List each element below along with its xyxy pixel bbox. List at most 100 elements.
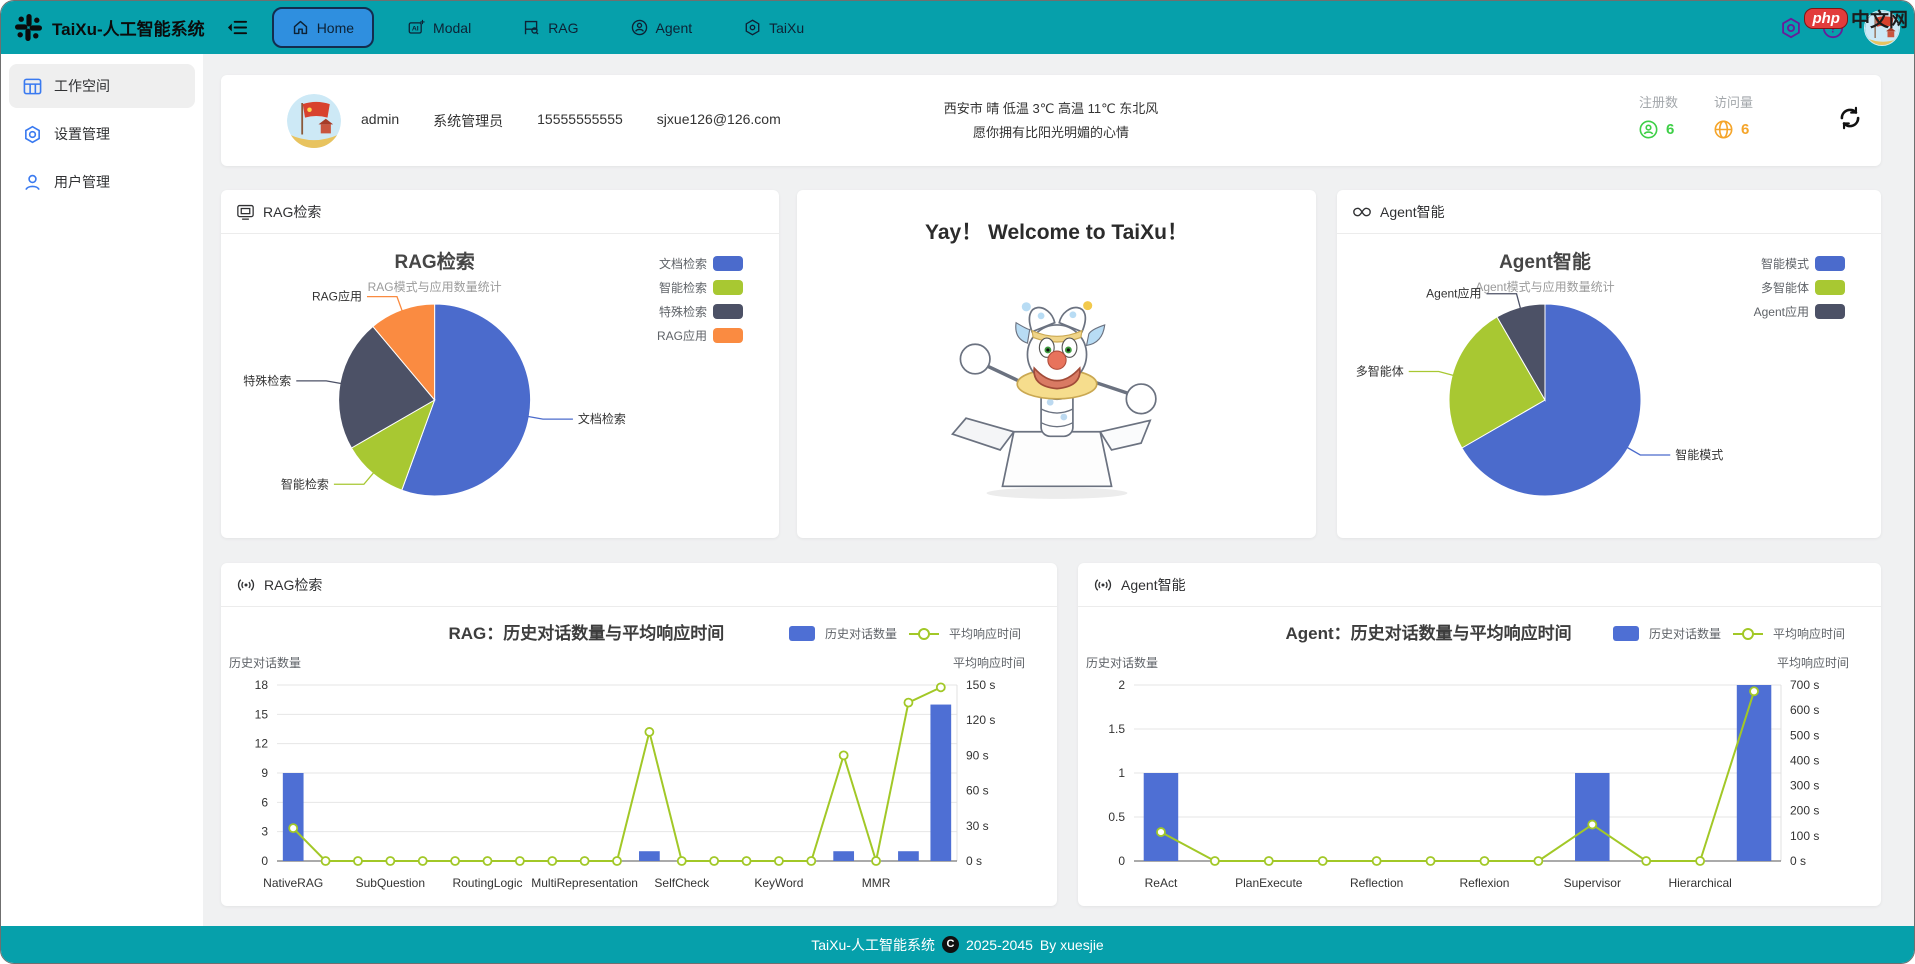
modal-ai-icon: AI <box>408 19 425 36</box>
stat-visits: 访问量 6 <box>1714 92 1753 139</box>
svg-text:0: 0 <box>261 854 268 868</box>
bar-11[interactable] <box>639 851 660 861</box>
chart-legend[interactable]: 平均响应时间历史对话数量 <box>789 626 1021 641</box>
footer-app-name: TaiXu-人工智能系统 <box>811 935 935 955</box>
legend-item-文档检索[interactable]: 文档检索 <box>659 256 743 271</box>
chart-legend[interactable]: 平均响应时间历史对话数量 <box>1613 626 1845 641</box>
agent-pie-card-header: Agent智能 <box>1337 190 1881 234</box>
stat-label: 注册数 <box>1639 92 1678 111</box>
response-time-line <box>1161 691 1754 861</box>
home-icon <box>292 19 309 36</box>
bar-0[interactable] <box>283 773 304 861</box>
bar-11[interactable] <box>1737 685 1772 861</box>
topbar: TaiXu-人工智能系统 Home AI Modal <box>1 1 1914 54</box>
legend-item-多智能体[interactable]: 多智能体 <box>1761 280 1845 295</box>
workspace-grid-icon <box>23 77 42 96</box>
svg-text:1.5: 1.5 <box>1108 722 1125 736</box>
svg-text:200 s: 200 s <box>1790 804 1819 818</box>
rag-history-card: RAG检索 RAG：历史对话数量与平均响应时间平均响应时间历史对话数量历史对话数… <box>221 563 1057 906</box>
nav-item-rag[interactable]: RAG <box>505 9 596 46</box>
registered-user-icon <box>1639 120 1658 139</box>
y-right-name: 平均响应时间 <box>1777 655 1849 670</box>
profile-card: admin 系统管理员 15555555555 sjxue126@126.com… <box>221 75 1881 166</box>
svg-text:智能检索: 智能检索 <box>659 280 707 295</box>
stat-registered: 注册数 6 <box>1639 92 1678 139</box>
app-window: TaiXu-人工智能系统 Home AI Modal <box>0 0 1915 964</box>
legend-item-Agent应用[interactable]: Agent应用 <box>1754 304 1845 319</box>
svg-text:700 s: 700 s <box>1790 678 1819 692</box>
profile-fields: admin 系统管理员 15555555555 sjxue126@126.com <box>361 111 781 131</box>
chart-title: RAG：历史对话数量与平均响应时间 <box>449 623 725 643</box>
rag-pie-chart[interactable]: RAG检索RAG模式与应用数量统计文档检索智能检索特殊检索RAG应用文档检索智能… <box>221 234 755 530</box>
legend-item-RAG应用[interactable]: RAG应用 <box>657 328 743 343</box>
card-title: RAG检索 <box>263 202 321 222</box>
nav-item-modal[interactable]: AI Modal <box>390 9 489 46</box>
welcome-card: Yay！ Welcome to TaiXu！ <box>797 190 1316 538</box>
agent-pie-chart[interactable]: Agent智能Agent模式与应用数量统计智能模式多智能体Agent应用智能模式… <box>1337 234 1857 530</box>
sidebar-item-workspace[interactable]: 工作空间 <box>9 64 195 108</box>
nav-item-agent[interactable]: Agent <box>613 9 711 46</box>
footer-credit: By xuesjie <box>1040 937 1104 953</box>
legend-item-智能检索[interactable]: 智能检索 <box>659 280 743 295</box>
legend-item-智能模式[interactable]: 智能模式 <box>1761 256 1845 271</box>
sidebar-item-settings[interactable]: 设置管理 <box>9 112 195 156</box>
svg-text:18: 18 <box>255 678 269 692</box>
svg-text:120 s: 120 s <box>966 713 995 727</box>
pie-subtitle: RAG模式与应用数量统计 <box>368 279 502 294</box>
svg-text:600 s: 600 s <box>1790 703 1819 717</box>
nav-label: RAG <box>548 20 578 36</box>
nav-item-taixu[interactable]: TaiXu <box>726 9 822 46</box>
pie-subtitle: Agent模式与应用数量统计 <box>1475 279 1614 294</box>
bar-20[interactable] <box>930 705 951 861</box>
pie-label: 智能检索 <box>281 476 329 491</box>
pie-label: 特殊检索 <box>243 373 291 388</box>
pie-label: 多智能体 <box>1356 364 1404 379</box>
sidebar-fold-icon[interactable] <box>227 17 248 38</box>
infinity-icon <box>1353 205 1371 219</box>
bar-8[interactable] <box>1575 773 1610 861</box>
nav-label: Agent <box>656 20 693 36</box>
profile-avatar <box>287 94 341 148</box>
stat-value: 6 <box>1666 121 1674 138</box>
legend-item-特殊检索[interactable]: 特殊检索 <box>659 304 743 319</box>
screen-icon <box>237 203 254 220</box>
watermark-text: 中文网 <box>1851 5 1908 32</box>
x-label: ReAct <box>1145 876 1178 890</box>
bar-17[interactable] <box>833 851 854 861</box>
x-label: SelfCheck <box>654 876 710 890</box>
svg-text:0: 0 <box>1118 854 1125 868</box>
settings-gear-icon <box>23 125 42 144</box>
x-label: KeyWord <box>754 876 803 890</box>
pie-label: Agent应用 <box>1426 286 1481 301</box>
svg-text:平均响应时间: 平均响应时间 <box>949 626 1021 641</box>
pie-label: 智能模式 <box>1675 447 1723 462</box>
settings-icon[interactable] <box>1780 17 1802 39</box>
svg-text:特殊检索: 特殊检索 <box>659 304 707 319</box>
agent-pie-card: Agent智能 Agent智能Agent模式与应用数量统计智能模式多智能体Age… <box>1337 190 1881 538</box>
broadcast-icon <box>237 576 255 594</box>
bar-19[interactable] <box>898 851 919 861</box>
profile-stats: 注册数 6 访问量 6 <box>1639 92 1753 139</box>
php-watermark: php 中文网 <box>1804 5 1908 32</box>
broadcast-icon <box>1094 576 1112 594</box>
sidebar-item-users[interactable]: 用户管理 <box>9 160 195 204</box>
refresh-icon[interactable] <box>1837 105 1863 136</box>
card-title: Agent智能 <box>1121 575 1186 595</box>
svg-text:15: 15 <box>255 707 269 721</box>
user-icon <box>23 173 42 192</box>
nav-item-home[interactable]: Home <box>272 7 374 48</box>
svg-text:12: 12 <box>255 737 269 751</box>
svg-text:0 s: 0 s <box>1790 854 1806 868</box>
rag-flag-icon <box>523 19 540 36</box>
x-label: Reflection <box>1350 876 1403 890</box>
bar-0[interactable] <box>1144 773 1179 861</box>
sidebar-item-label: 设置管理 <box>54 124 110 144</box>
agent-person-icon <box>631 19 648 36</box>
rag-history-chart[interactable]: RAG：历史对话数量与平均响应时间平均响应时间历史对话数量历史对话数量平均响应时… <box>221 607 1033 901</box>
chart-title: Agent：历史对话数量与平均响应时间 <box>1285 623 1571 643</box>
app-logo-icon <box>15 14 42 41</box>
footer: TaiXu-人工智能系统 C 2025-2045 By xuesjie <box>1 926 1914 963</box>
x-label: MMR <box>862 876 891 890</box>
agent-history-chart[interactable]: Agent：历史对话数量与平均响应时间平均响应时间历史对话数量历史对话数量平均响… <box>1078 607 1857 901</box>
svg-text:300 s: 300 s <box>1790 779 1819 793</box>
